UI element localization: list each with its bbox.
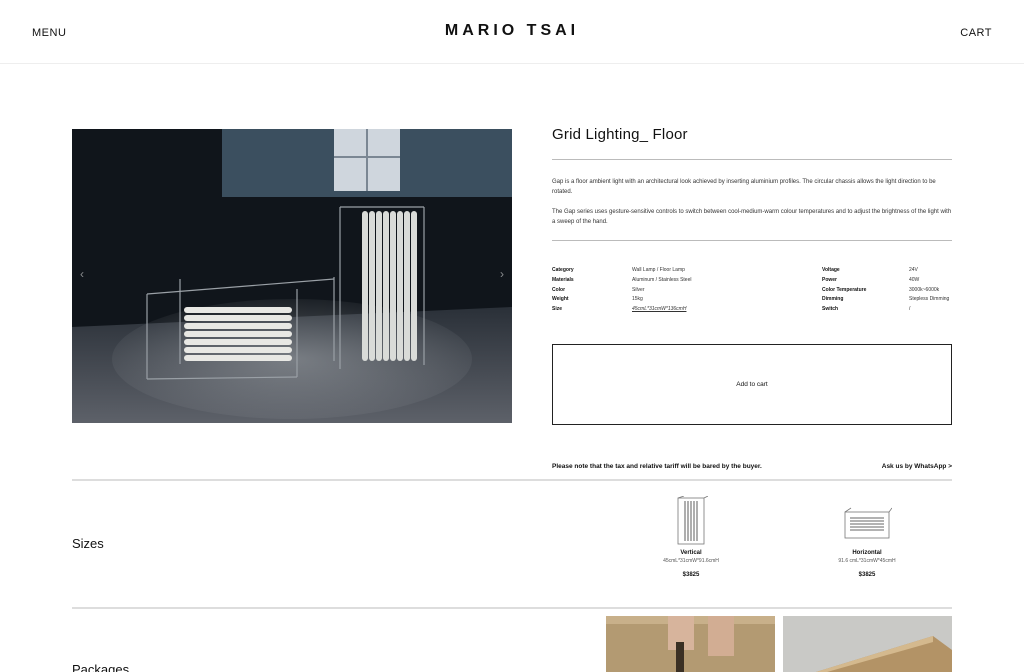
divider bbox=[552, 159, 952, 160]
packages-heading: Packages bbox=[72, 662, 130, 672]
whatsapp-link[interactable]: Ask us by WhatsApp > bbox=[882, 463, 952, 470]
spec-label: Voltage bbox=[822, 267, 840, 273]
sizes-heading: Sizes bbox=[72, 536, 104, 551]
size-option-horizontal[interactable]: Horizontal 91.6 cmL*31cmW*45cmH $3825 bbox=[782, 496, 952, 578]
product-photo bbox=[72, 129, 512, 423]
vertical-lamp-icon bbox=[677, 496, 708, 545]
spec-label: Category bbox=[552, 267, 574, 273]
package-image[interactable] bbox=[606, 616, 775, 672]
product-title: Grid Lighting_ Floor bbox=[552, 126, 688, 143]
package-image[interactable] bbox=[783, 616, 952, 672]
spec-value: Wall Lamp / Floor Lamp bbox=[632, 267, 685, 273]
package-photo-2 bbox=[783, 616, 952, 672]
product-image-carousel[interactable]: ‹ › bbox=[72, 129, 512, 423]
section-divider bbox=[72, 607, 952, 609]
horizontal-lamp-icon bbox=[844, 507, 892, 539]
brand-logo[interactable]: MARIO TSAI bbox=[0, 22, 1024, 40]
site-header: MENU MARIO TSAI CART bbox=[0, 0, 1024, 64]
section-divider bbox=[72, 479, 952, 481]
spec-value: Stepless Dimming bbox=[909, 296, 950, 302]
size-name: Vertical bbox=[680, 550, 702, 556]
product-description-2: The Gap series uses gesture-sensitive co… bbox=[552, 209, 952, 225]
size-spec-link[interactable]: 45cmL*31cmW*136cmH bbox=[632, 305, 686, 315]
size-dimensions: 91.6 cmL*31cmW*45cmH bbox=[838, 558, 896, 564]
size-price: $3825 bbox=[682, 572, 700, 578]
spec-label: Materials bbox=[552, 277, 574, 283]
product-description-1: Gap is a floor ambient light with an arc… bbox=[552, 179, 936, 195]
tax-note: Please note that the tax and relative ta… bbox=[552, 463, 762, 470]
spec-value: 40W bbox=[909, 277, 920, 283]
add-to-cart-button[interactable]: Add to cart bbox=[552, 344, 952, 425]
spec-value: Aluminum / Stainless Steel bbox=[632, 277, 692, 283]
spec-value: / bbox=[909, 306, 911, 312]
carousel-next-icon[interactable]: › bbox=[500, 267, 504, 281]
divider bbox=[552, 240, 952, 241]
size-price: $3825 bbox=[858, 572, 876, 578]
spec-label: Weight bbox=[552, 296, 569, 302]
size-name: Horizontal bbox=[852, 550, 882, 556]
spec-label: Dimming bbox=[822, 296, 844, 302]
package-photo-1 bbox=[606, 616, 775, 672]
cart-link[interactable]: CART bbox=[960, 27, 992, 39]
carousel-prev-icon[interactable]: ‹ bbox=[80, 267, 84, 281]
size-dimensions: 45cmL*31cmW*91.6cmH bbox=[663, 558, 719, 564]
spec-label: Power bbox=[822, 277, 838, 283]
size-option-vertical[interactable]: Vertical 45cmL*31cmW*91.6cmH $3825 bbox=[606, 496, 776, 578]
spec-label: Switch bbox=[822, 306, 839, 312]
spec-value: 24V bbox=[909, 267, 918, 273]
spec-value: 15kg bbox=[632, 296, 643, 302]
spec-label: Size bbox=[552, 306, 563, 312]
